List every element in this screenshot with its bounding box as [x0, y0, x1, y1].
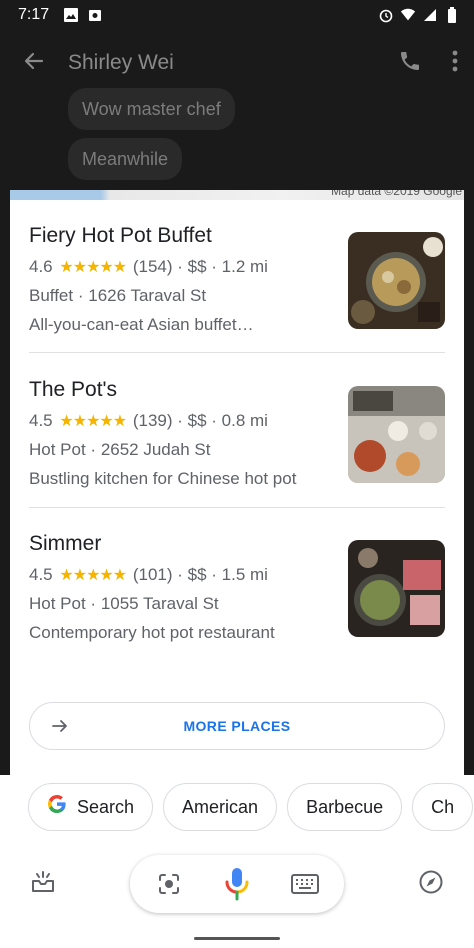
divider [29, 352, 445, 353]
contact-name: Shirley Wei [68, 51, 174, 74]
screenshot-notification-icon [87, 7, 103, 23]
place-reviews: (139) [132, 411, 173, 430]
back-button[interactable] [20, 49, 48, 77]
place-address: 1626 Taraval St [88, 286, 207, 305]
place-price: $$ [187, 257, 207, 276]
chip-label: Barbecue [306, 796, 384, 817]
alarm-icon [378, 7, 394, 23]
place-item[interactable]: Simmer 4.5 ★★★★★ (101) · $$ · 1.5 mi Hot… [29, 532, 445, 687]
place-name: Fiery Hot Pot Buffet [29, 224, 212, 247]
chip-label: Ch [431, 796, 455, 817]
place-distance: 0.8 mi [221, 411, 268, 430]
arrow-left-icon [22, 49, 46, 78]
place-item[interactable]: The Pot's 4.5 ★★★★★ (139) · $$ · 0.8 mi … [29, 378, 445, 533]
place-name: Simmer [29, 532, 102, 555]
home-indicator[interactable] [194, 937, 280, 940]
place-reviews: (154) [132, 257, 173, 276]
place-address: 1055 Taraval St [100, 594, 219, 613]
chip-label: American [182, 796, 259, 817]
place-address-line: Hot Pot · 2652 Judah St [29, 440, 211, 459]
place-category: Hot Pot [29, 594, 86, 613]
place-photo[interactable] [348, 232, 445, 329]
gallery-notification-icon [63, 7, 79, 23]
chip-label: Search [77, 796, 135, 817]
place-photo[interactable] [348, 386, 445, 483]
star-rating-icon: ★★★★★ [59, 567, 127, 584]
phone-icon[interactable] [398, 49, 422, 78]
star-rating-icon: ★★★★★ [59, 413, 127, 430]
places-card: Map data ©2019 Google Fiery Hot Pot Buff… [10, 190, 464, 775]
battery-icon [444, 7, 460, 23]
google-g-icon [47, 794, 67, 820]
place-rating-line: 4.5 ★★★★★ (139) · $$ · 0.8 mi [29, 411, 268, 430]
chip-partial[interactable]: Ch [412, 783, 474, 831]
place-category: Buffet [29, 286, 74, 305]
chip-barbecue[interactable]: Barbecue [287, 783, 403, 831]
input-pill [130, 855, 344, 913]
star-rating-icon: ★★★★★ [59, 259, 127, 276]
place-distance: 1.2 mi [221, 257, 268, 276]
place-rating: 4.5 [29, 565, 53, 584]
map-credit: Map data ©2019 Google [331, 190, 462, 198]
place-description: Bustling kitchen for Chinese hot pot [29, 469, 297, 488]
place-address-line: Hot Pot · 1055 Taraval St [29, 594, 219, 613]
signal-icon [422, 7, 438, 23]
place-rating-line: 4.6 ★★★★★ (154) · $$ · 1.2 mi [29, 257, 268, 276]
more-places-button[interactable]: MORE PLACES [29, 702, 445, 750]
chat-header: Shirley Wei [0, 30, 474, 96]
status-time: 7:17 [18, 6, 50, 23]
place-address-line: Buffet · 1626 Taraval St [29, 286, 207, 305]
chat-bubble: Wow master chef [68, 88, 235, 130]
mic-icon[interactable] [222, 868, 252, 901]
chat-bubble: Meanwhile [68, 138, 183, 180]
lens-icon[interactable] [154, 869, 184, 899]
place-description: All-you-can-eat Asian buffet… [29, 315, 254, 334]
more-vert-icon[interactable] [452, 50, 458, 77]
place-name: The Pot's [29, 378, 118, 401]
divider [29, 507, 445, 508]
place-rating: 4.6 [29, 257, 53, 276]
place-description: Contemporary hot pot restaurant [29, 623, 275, 642]
arrow-right-icon [50, 716, 70, 736]
place-address: 2652 Judah St [100, 440, 211, 459]
chip-american[interactable]: American [163, 783, 278, 831]
keyboard-icon[interactable] [290, 869, 320, 899]
place-item[interactable]: Fiery Hot Pot Buffet 4.6 ★★★★★ (154) · $… [29, 224, 445, 379]
place-price: $$ [187, 565, 207, 584]
place-rating: 4.5 [29, 411, 53, 430]
status-bar: 7:17 [0, 0, 474, 30]
place-rating-line: 4.5 ★★★★★ (101) · $$ · 1.5 mi [29, 565, 268, 584]
place-reviews: (101) [132, 565, 173, 584]
assistant-bottom-bar: Search American Barbecue Ch [0, 775, 474, 948]
wifi-icon [400, 7, 416, 23]
place-photo[interactable] [348, 540, 445, 637]
place-category: Hot Pot [29, 440, 86, 459]
more-places-label: MORE PLACES [183, 718, 291, 734]
place-distance: 1.5 mi [221, 565, 268, 584]
chip-search[interactable]: Search [28, 783, 154, 831]
compass-icon[interactable] [418, 869, 444, 895]
snapshot-tray-icon[interactable] [30, 869, 56, 895]
place-price: $$ [187, 411, 207, 430]
suggestion-chips: Search American Barbecue Ch [28, 783, 474, 831]
